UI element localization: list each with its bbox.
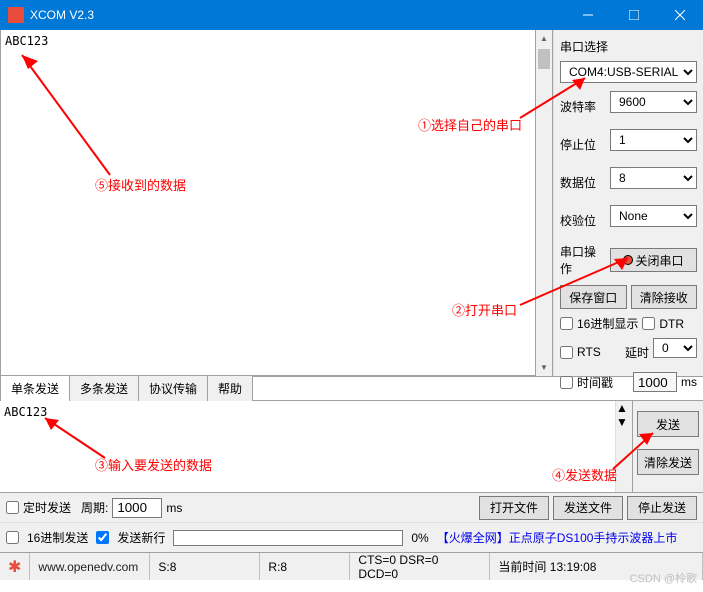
record-icon: [623, 255, 633, 265]
scroll-down-icon[interactable]: ▼: [536, 359, 552, 376]
tab-help[interactable]: 帮助: [207, 375, 253, 401]
parity-label: 校验位: [560, 212, 604, 229]
hex-send-checkbox[interactable]: [6, 531, 19, 544]
status-url[interactable]: www.openedv.com: [30, 553, 150, 580]
gear-icon[interactable]: ✱: [8, 557, 21, 577]
status-lines: CTS=0 DSR=0 DCD=0: [350, 553, 490, 580]
progress-bar: [173, 530, 403, 546]
clear-send-button[interactable]: 清除发送: [637, 449, 699, 475]
app-icon: [8, 7, 24, 23]
rts-label: RTS: [577, 345, 621, 359]
hex-send-label: 16进制发送: [27, 529, 88, 546]
tab-protocol[interactable]: 协议传输: [138, 375, 208, 401]
timed-send-checkbox[interactable]: [6, 501, 19, 514]
hex-display-label: 16进制显示: [577, 315, 638, 332]
stop-label: 停止位: [560, 136, 604, 153]
stop-select[interactable]: 1: [610, 129, 697, 151]
scroll-up-icon[interactable]: ▲: [616, 401, 632, 415]
dtr-checkbox[interactable]: [642, 317, 655, 330]
window-title: XCOM V2.3: [30, 8, 565, 22]
scroll-down-icon[interactable]: ▼: [616, 415, 632, 429]
port-toggle-button[interactable]: 关闭串口: [610, 248, 697, 272]
status-recv: R:8: [260, 553, 350, 580]
status-sent: S:8: [150, 553, 260, 580]
open-file-button[interactable]: 打开文件: [479, 496, 549, 520]
tab-multi-send[interactable]: 多条发送: [69, 375, 139, 401]
timestamp-unit: ms: [681, 375, 697, 389]
receive-scrollbar[interactable]: ▲ ▼: [536, 30, 553, 376]
data-label: 数据位: [560, 174, 604, 191]
close-button[interactable]: [657, 0, 703, 30]
dtr-label: DTR: [659, 317, 684, 331]
delay-select[interactable]: 0: [653, 338, 697, 358]
period-input[interactable]: [112, 498, 162, 518]
progress-percent: 0%: [411, 531, 428, 545]
hex-display-checkbox[interactable]: [560, 317, 573, 330]
minimize-button[interactable]: [565, 0, 611, 30]
send-file-button[interactable]: 发送文件: [553, 496, 623, 520]
titlebar: XCOM V2.3: [0, 0, 703, 30]
parity-select[interactable]: None: [610, 205, 697, 227]
baud-select[interactable]: 9600: [610, 91, 697, 113]
scroll-up-icon[interactable]: ▲: [536, 30, 552, 47]
send-newline-label: 发送新行: [117, 529, 165, 546]
maximize-button[interactable]: [611, 0, 657, 30]
stop-send-button[interactable]: 停止发送: [627, 496, 697, 520]
tab-single-send[interactable]: 单条发送: [0, 375, 70, 401]
status-bar: ✱ www.openedv.com S:8 R:8 CTS=0 DSR=0 DC…: [0, 552, 703, 580]
delay-label: 延时: [625, 344, 649, 361]
period-unit: ms: [166, 501, 182, 515]
send-newline-checkbox[interactable]: [96, 531, 109, 544]
timed-send-label: 定时发送: [23, 499, 71, 516]
rts-checkbox[interactable]: [560, 346, 573, 359]
timestamp-input[interactable]: [633, 372, 677, 392]
promo-link[interactable]: 【火爆全网】正点原子DS100手持示波器上市: [437, 529, 678, 546]
save-window-button[interactable]: 保存窗口: [560, 285, 627, 309]
port-select[interactable]: COM4:USB-SERIAL: [560, 61, 697, 83]
send-scrollbar[interactable]: ▲ ▼: [616, 401, 633, 492]
op-label: 串口操作: [560, 243, 604, 277]
timestamp-label: 时间戳: [577, 374, 629, 391]
watermark: CSDN @柃歌: [630, 570, 697, 586]
receive-textarea[interactable]: ABC123: [0, 30, 536, 376]
send-textarea[interactable]: [0, 401, 616, 492]
data-select[interactable]: 8: [610, 167, 697, 189]
sidebar: 串口选择 COM4:USB-SERIAL 波特率 9600 停止位 1 数据位 8 校…: [553, 30, 703, 376]
timestamp-checkbox[interactable]: [560, 376, 573, 389]
clear-receive-button[interactable]: 清除接收: [631, 285, 698, 309]
send-button[interactable]: 发送: [637, 411, 699, 437]
baud-label: 波特率: [560, 98, 604, 115]
port-heading: 串口选择: [560, 38, 697, 55]
period-label: 周期:: [81, 499, 108, 516]
